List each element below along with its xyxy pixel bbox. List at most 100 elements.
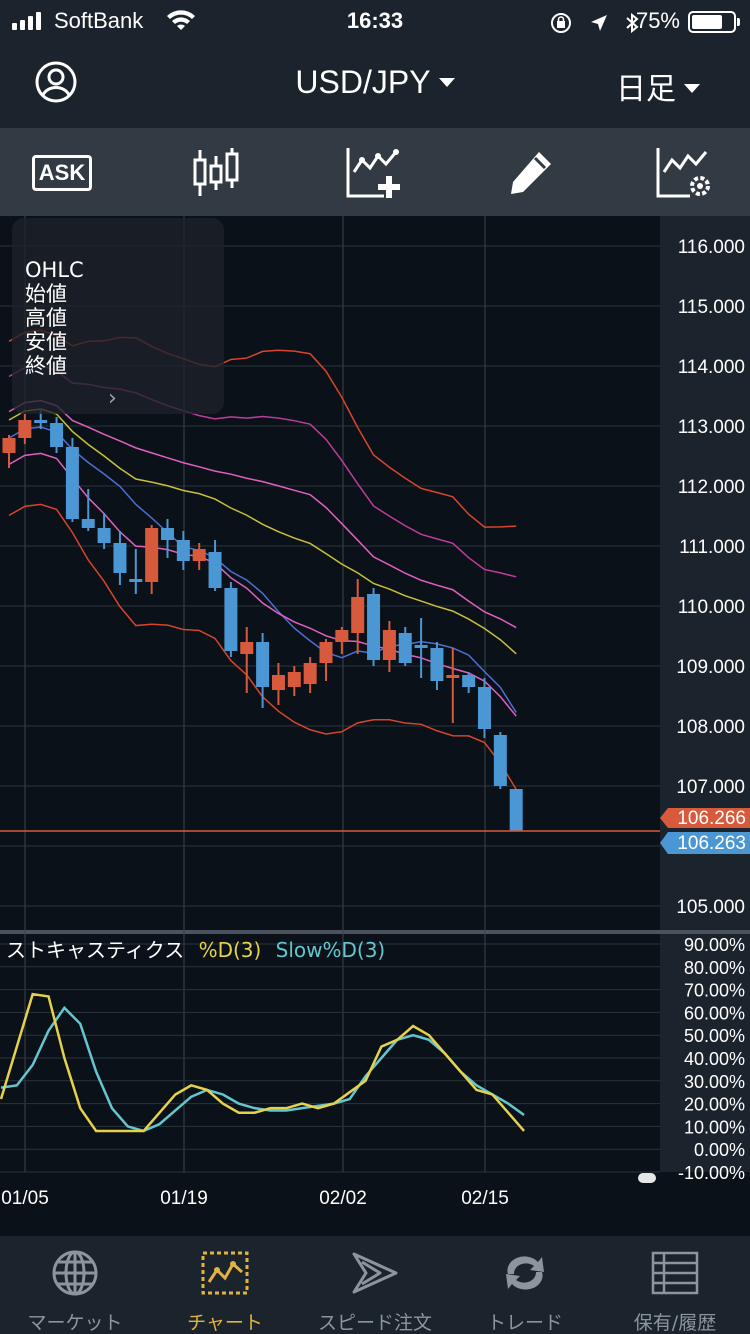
ask-toggle-button[interactable]: ASK [31,146,93,200]
stoch-tick-label: 60.00% [684,1003,745,1023]
price-tick-label: 114.000 [678,357,745,378]
battery-icon [688,11,740,33]
candle-body [145,528,159,582]
candle-body [462,675,476,687]
indicator-legend: ストキャスティクス %D(3) Slow%D(3) [6,938,385,962]
indicator-settings-icon [656,148,710,198]
chart-toolbar: ASK [0,128,750,216]
bid-price-tag: 106.263 [660,832,750,854]
battery-percentage: 75% [635,8,680,33]
candlestick-icon [193,148,239,196]
candle-body [335,630,349,642]
candle-body [97,528,111,543]
candle-body [509,789,523,831]
candle-body [50,423,64,447]
candle-body [65,447,79,519]
indicator-slow-label: Slow%D(3) [276,938,386,962]
chevron-down-icon [438,78,455,88]
price-tick-label: 115.000 [678,297,745,318]
open-label: 始値 [25,282,67,306]
add-indicator-icon [346,148,400,198]
date-label: 02/02 [319,1188,367,1209]
ask-price-tag: 106.266 [660,808,750,829]
low-label: 安値 [25,330,67,354]
candle-body [2,438,16,453]
date-label: 02/15 [461,1188,509,1209]
candle-body [319,642,333,663]
candle-body [398,633,412,663]
add-indicator-button[interactable] [344,146,404,200]
tab-label: トレード [486,1312,563,1334]
percent-d-line [0,992,525,1133]
indicator-d-label: %D(3) [199,938,262,962]
drawing-tool-button[interactable] [500,146,560,200]
close-label: 終値 [25,354,67,378]
tab-market[interactable]: マーケット [0,1236,150,1334]
candle-body [256,642,270,687]
indicator-settings-button[interactable] [654,146,714,200]
stoch-tick-label: 70.00% [684,981,745,1001]
stoch-tick-label: 10.00% [684,1117,745,1137]
price-tick-label: 110.000 [678,597,745,618]
ask-icon: ASK [31,155,93,191]
currency-pair-label: USD/JPY [295,64,431,100]
candle-body [430,648,444,681]
high-label: 高値 [25,306,67,330]
date-label: 01/05 [1,1188,49,1209]
candle-body [367,594,381,660]
chevron-down-icon [684,84,700,93]
speed-order-icon [352,1252,398,1294]
stoch-tick-label: -10.00% [678,1163,745,1183]
scroll-handle[interactable] [638,1173,656,1183]
candle-body [208,552,222,588]
stoch-tick-label: 40.00% [684,1049,745,1069]
pencil-icon [511,152,551,194]
candle-body [18,420,32,438]
bid-price: 106.263 [677,833,746,854]
price-tick-label: 108.000 [676,717,745,738]
tab-chart[interactable]: チャート [150,1236,300,1334]
positions-icon [651,1251,699,1295]
tab-label: チャート [187,1312,263,1334]
globe-icon [52,1250,98,1296]
period-label: 日足 [616,72,676,107]
candle-body [113,543,127,573]
tab-positions[interactable]: 保有/履歴 [600,1236,750,1334]
chart-type-button[interactable] [186,146,246,200]
chevron-right-icon[interactable]: › [108,386,117,411]
candle-body [34,420,48,423]
tab-speed-order[interactable]: スピード注文 [300,1236,450,1334]
price-tick-label: 109.000 [676,657,745,678]
indicator-name: ストキャスティクス [6,938,184,962]
tab-label: 保有/履歴 [633,1312,717,1334]
stoch-tick-label: 20.00% [684,1095,745,1115]
candle-body [382,630,396,660]
navigation-bar: USD/JPY 日足 [0,44,750,128]
candle-body [446,675,460,678]
stoch-tick-label: 0.00% [694,1140,745,1160]
price-tick-label: 105.000 [676,897,745,918]
price-tick-label: 111.000 [679,537,745,558]
candle-body [493,735,507,786]
candle-body [303,663,317,684]
ask-price: 106.266 [677,808,746,829]
location-icon [590,14,607,31]
date-label: 01/19 [160,1188,208,1209]
period-selector[interactable]: 日足 [616,64,700,108]
status-icons [549,9,640,35]
stoch-tick-label: 90.00% [684,935,745,955]
candle-body [271,675,285,690]
tab-trade[interactable]: トレード [450,1236,600,1334]
price-tick-label: 113.000 [678,417,745,438]
candle-body [161,528,174,540]
price-tick-label: 107.000 [676,777,745,798]
ohlc-panel[interactable]: OHLC 始値 高値 安値 終値 › [12,218,224,414]
price-tick-label: 112.000 [678,477,745,498]
trade-icon [506,1256,544,1290]
tab-bar: マーケット チャート スピード注文 トレード 保有/履歴 [0,1236,750,1334]
price-tick-label: 116.000 [678,237,745,258]
moving-average-long-line [8,408,517,655]
candle-body [129,579,143,582]
stoch-tick-label: 50.00% [684,1026,745,1046]
ohlc-title: OHLC [25,258,84,282]
